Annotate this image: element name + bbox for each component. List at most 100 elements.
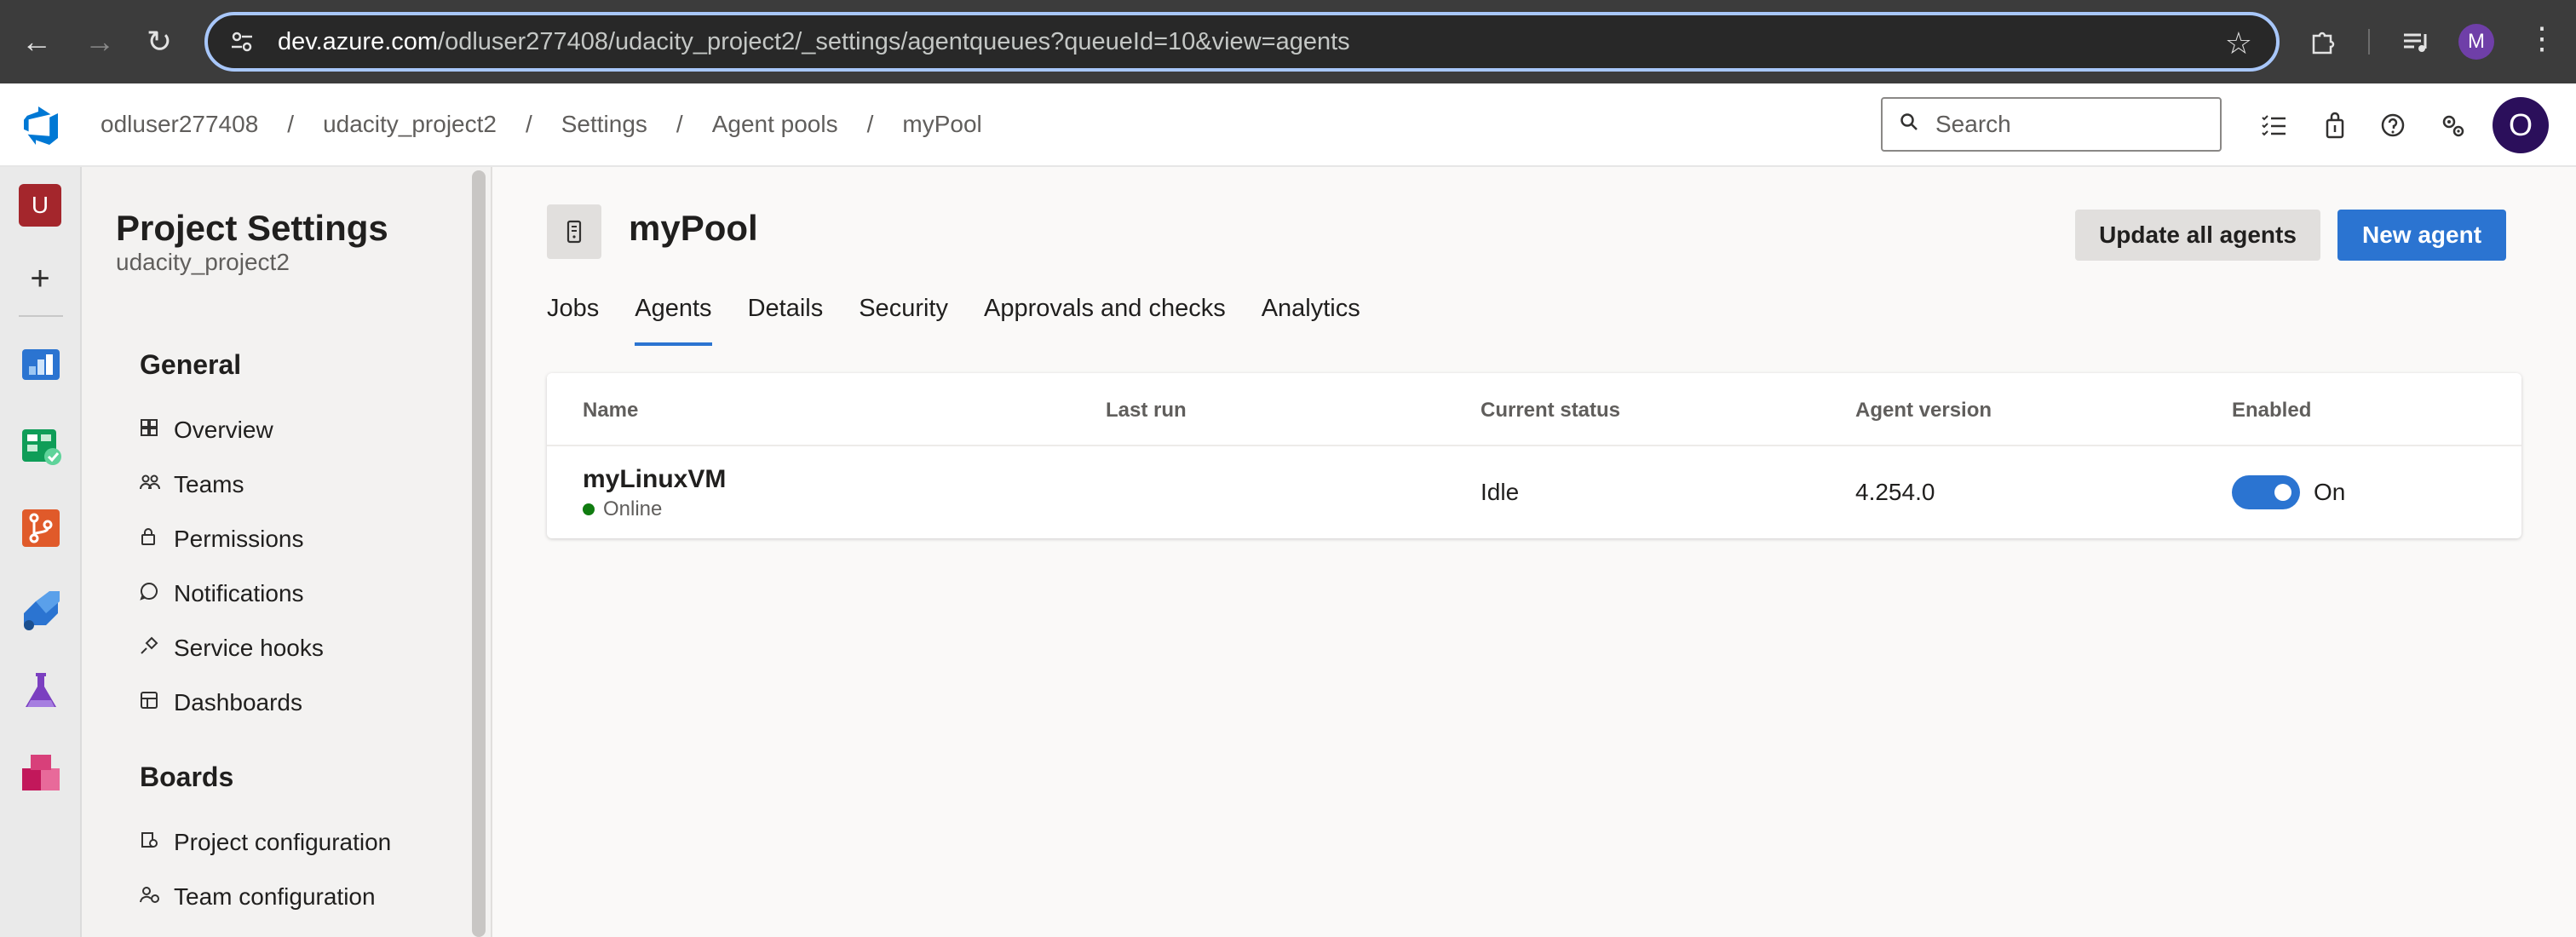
online-status-label: Online [603,497,663,520]
current-status-cell: Idle [1481,479,1520,505]
update-all-agents-button[interactable]: Update all agents [2075,210,2320,261]
forward-arrow-icon[interactable]: → [77,19,123,65]
help-icon[interactable] [2372,104,2414,147]
team-config-icon [140,885,174,909]
toggle-knob [2274,484,2291,501]
user-avatar[interactable]: O [2493,97,2549,153]
artifacts-icon[interactable] [19,751,63,796]
column-header-current-status[interactable]: Current status [1481,399,1620,423]
reload-icon[interactable]: ↻ [136,19,182,65]
breadcrumb-separator: / [676,111,683,137]
sidebar-item-label: Notifications [174,580,304,606]
group-heading-general: General [140,349,242,380]
tab-details[interactable]: Details [748,283,824,346]
user-settings-icon[interactable] [2431,104,2474,147]
enabled-toggle[interactable] [2232,475,2300,509]
sidebar-item-label: Overview [174,417,273,443]
search-icon [1900,112,1918,137]
sidebar-item-label: Teams [174,471,244,497]
breadcrumb: odluser277408 / udacity_project2 / Setti… [101,83,982,165]
teams-icon [140,473,174,497]
online-status-dot-icon [583,503,595,515]
project-name: udacity_project2 [116,249,290,275]
sidebar-item-teams[interactable]: Teams [140,462,244,508]
url-path: /odluser277408/udacity_project2/_setting… [438,27,1350,55]
breadcrumb-project[interactable]: udacity_project2 [323,111,497,138]
agent-version-cell: 4.254.0 [1855,479,1935,505]
agent-name-link[interactable]: myLinuxVM [583,465,726,494]
org-avatar[interactable]: U [19,184,61,227]
breadcrumb-pool[interactable]: myPool [902,111,981,138]
plug-icon [140,636,174,660]
column-header-last-run[interactable]: Last run [1106,399,1187,423]
chat-icon [140,582,174,606]
back-arrow-icon[interactable]: ← [14,19,60,65]
breadcrumb-agent-pools[interactable]: Agent pools [712,111,838,138]
overview-icon[interactable] [19,342,63,387]
project-settings-title: Project Settings [116,208,388,248]
agent-online-status: Online [583,497,662,521]
search-box[interactable] [1881,97,2222,152]
page-title: myPool [629,208,758,248]
sidebar-item-permissions[interactable]: Permissions [140,516,303,562]
pipelines-icon[interactable] [19,588,63,632]
column-header-agent-version[interactable]: Agent version [1855,399,1992,423]
repos-icon[interactable] [19,506,63,550]
sidebar-item-label: Dashboards [174,689,302,716]
marketplace-bag-icon[interactable] [2314,104,2356,147]
toolbar-separator [2368,29,2370,55]
sidebar-item-service-hooks[interactable]: Service hooks [140,625,324,671]
browser-toolbar: ← → ↻ dev.azure.com/odluser277408/udacit… [0,0,2576,83]
sidebar-scrollbar-thumb[interactable] [472,170,486,937]
sidebar-item-dashboards[interactable]: Dashboards [140,680,302,726]
browser-menu-icon[interactable]: ⋮ [2527,20,2557,56]
sidebar-item-project-configuration[interactable]: Project configuration [140,819,391,865]
agents-table: Name Last run Current status Agent versi… [547,373,2521,538]
sidebar-item-team-configuration[interactable]: Team configuration [140,874,376,920]
tab-jobs[interactable]: Jobs [547,283,599,346]
overview-icon [140,418,174,442]
pool-tabs: Jobs Agents Details Security Approvals a… [547,283,1396,346]
breadcrumb-settings[interactable]: Settings [561,111,647,138]
nav-divider [19,315,63,317]
column-header-name[interactable]: Name [583,399,638,423]
sidebar-item-overview[interactable]: Overview [140,407,273,453]
column-header-enabled[interactable]: Enabled [2232,399,2311,423]
boards-icon[interactable] [19,424,63,468]
breadcrumb-org[interactable]: odluser277408 [101,111,258,138]
sidebar-item-label: Project configuration [174,829,392,855]
tab-approvals-and-checks[interactable]: Approvals and checks [984,283,1226,346]
azure-devops-logo-icon[interactable] [20,106,61,147]
site-info-icon[interactable] [216,23,267,60]
sidebar-item-label: Team configuration [174,883,376,910]
service-nav-strip: U + [0,167,82,937]
sidebar-item-label: Service hooks [174,635,324,661]
project-config-icon [140,831,174,854]
extensions-puzzle-icon[interactable] [2300,19,2346,65]
tab-security[interactable]: Security [859,283,948,346]
breadcrumb-separator: / [866,111,874,137]
address-bar[interactable]: dev.azure.com/odluser277408/udacity_proj… [204,12,2280,72]
sidebar-item-notifications[interactable]: Notifications [140,571,304,617]
test-plans-icon[interactable] [19,670,63,714]
agent-pool-icon [547,204,601,259]
group-heading-boards: Boards [140,762,234,792]
sidebar-item-label: Permissions [174,526,304,552]
add-icon[interactable]: + [20,259,60,298]
browser-profile-avatar[interactable]: M [2458,24,2494,60]
enabled-toggle-label: On [2314,479,2346,505]
bookmark-star-icon[interactable]: ☆ [2225,26,2252,61]
breadcrumb-separator: / [525,111,532,137]
lock-icon [140,527,174,551]
work-items-list-icon[interactable] [2252,104,2295,147]
url-text: dev.azure.com/odluser277408/udacity_proj… [278,28,1350,56]
media-control-icon[interactable] [2392,19,2438,65]
tab-analytics[interactable]: Analytics [1262,283,1360,346]
search-input[interactable] [1935,111,2208,138]
new-agent-button[interactable]: New agent [2337,210,2506,261]
dashboard-icon [140,691,174,715]
header-divider [547,445,2521,446]
url-host: dev.azure.com [278,27,439,55]
app-header: odluser277408 / udacity_project2 / Setti… [0,83,2576,167]
tab-agents[interactable]: Agents [635,283,712,346]
